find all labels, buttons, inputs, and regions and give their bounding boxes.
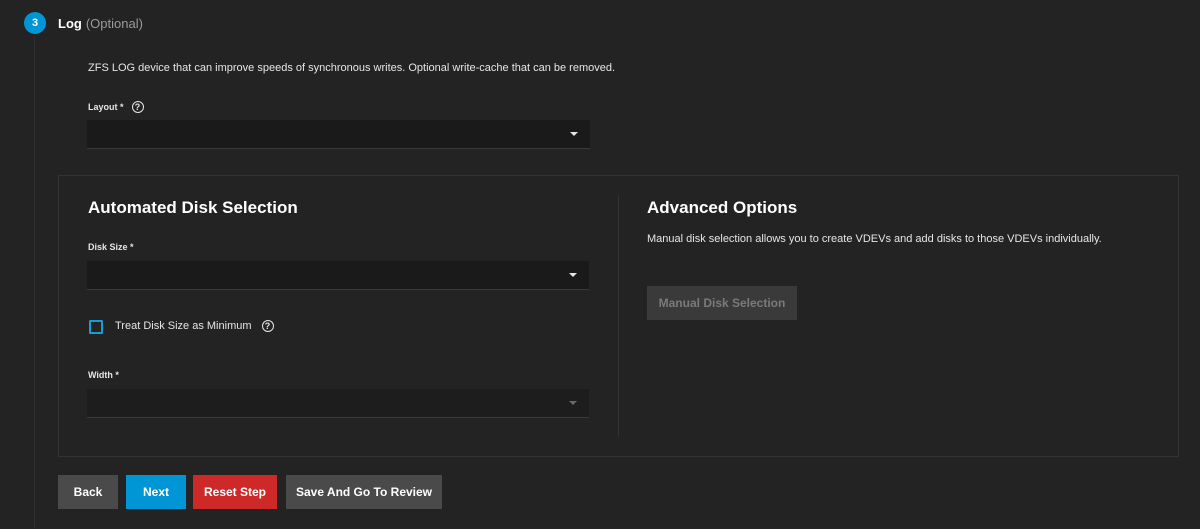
- layout-field-label: Layout * ?: [88, 101, 144, 113]
- chevron-down-icon: [569, 273, 577, 277]
- step-header[interactable]: 3 Log (Optional): [24, 12, 143, 34]
- advanced-options-description: Manual disk selection allows you to crea…: [647, 233, 1102, 245]
- step-title: Log: [58, 15, 82, 31]
- back-button[interactable]: Back: [58, 475, 118, 509]
- width-select: [87, 389, 589, 418]
- panel-divider: [618, 195, 619, 437]
- help-icon[interactable]: ?: [131, 101, 144, 113]
- chevron-down-icon: [570, 132, 578, 136]
- pool-creation-wizard-step: 3 Log (Optional) ZFS LOG device that can…: [0, 0, 1200, 529]
- treat-disk-size-as-minimum-checkbox[interactable]: [89, 320, 103, 334]
- advanced-options-title: Advanced Options: [647, 198, 798, 217]
- save-and-go-to-review-button[interactable]: Save And Go To Review: [286, 475, 442, 509]
- disk-size-label: Disk Size *: [88, 242, 134, 252]
- treat-min-label-text: Treat Disk Size as Minimum: [115, 320, 252, 332]
- help-icon[interactable]: ?: [261, 320, 274, 332]
- chevron-down-icon: [569, 401, 577, 405]
- manual-disk-selection-button: Manual Disk Selection: [647, 286, 797, 320]
- treat-disk-size-as-minimum-label: Treat Disk Size as Minimum ?: [115, 320, 274, 332]
- automated-disk-selection-title: Automated Disk Selection: [88, 198, 298, 217]
- reset-step-button[interactable]: Reset Step: [193, 475, 277, 509]
- step-optional-label: (Optional): [85, 15, 143, 31]
- next-button[interactable]: Next: [126, 475, 186, 509]
- width-label: Width *: [88, 370, 119, 380]
- step-description: ZFS LOG device that can improve speeds o…: [88, 62, 616, 74]
- disk-size-select[interactable]: [87, 261, 589, 290]
- layout-select[interactable]: [87, 120, 590, 149]
- stepper-line: [34, 36, 35, 529]
- step-number-badge: 3: [24, 12, 46, 34]
- layout-label-text: Layout *: [88, 102, 124, 112]
